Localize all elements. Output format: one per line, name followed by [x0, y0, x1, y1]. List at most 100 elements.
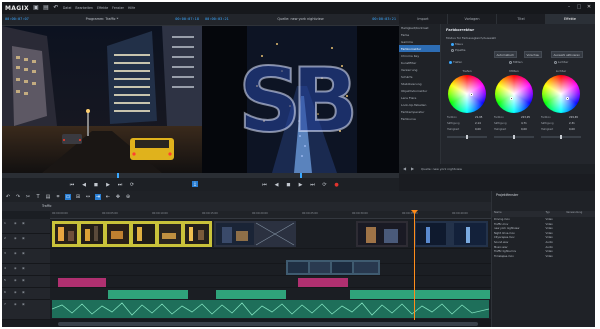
redo-icon[interactable]: ↷: [15, 194, 21, 200]
lock-icon[interactable]: ▣: [22, 251, 25, 255]
audio-clip-green[interactable]: [216, 290, 286, 299]
tab-templates[interactable]: Vorlagen: [448, 14, 497, 24]
effect-item[interactable]: Farbe: [399, 31, 440, 38]
effect-item[interactable]: Farbkurve: [399, 115, 440, 122]
mids-hue-value[interactable]: 223,95: [521, 116, 530, 119]
effect-item[interactable]: Objektivkorrektur: [399, 87, 440, 94]
stop-button[interactable]: ◼: [93, 182, 99, 188]
grid-icon[interactable]: ⌗: [55, 194, 61, 200]
menu-effects[interactable]: Effekte: [97, 6, 108, 10]
menu-help[interactable]: Hilfe: [128, 6, 135, 10]
lock-icon[interactable]: ▣: [22, 221, 25, 225]
effect-item[interactable]: Farbtemperatur: [399, 108, 440, 115]
track-header-6[interactable]: 6 ◉ ▣: [2, 288, 50, 300]
range-mids[interactable]: Mitten: [509, 60, 523, 64]
scrollbar-thumb[interactable]: [58, 321, 478, 326]
save-icon[interactable]: ▤: [43, 5, 49, 11]
minimize-button[interactable]: –: [566, 4, 572, 10]
trim-right-icon[interactable]: ⇥: [95, 193, 101, 200]
mute-icon[interactable]: ◉: [14, 266, 17, 270]
timeline-ruler[interactable]: 00:00:00:00 00:00:05:00 00:00:10:00 00:0…: [50, 211, 491, 219]
effect-item[interactable]: Verzerrung: [399, 66, 440, 73]
lock-icon[interactable]: ▣: [22, 266, 25, 270]
effect-item[interactable]: Gamma: [399, 38, 440, 45]
highlights-slider[interactable]: [541, 135, 581, 139]
prev-frame-button[interactable]: ◀: [274, 182, 280, 188]
mids-slider[interactable]: [494, 135, 534, 139]
column-type[interactable]: Typ: [544, 211, 565, 217]
wheel-handle[interactable]: [566, 97, 569, 100]
storyboard-icon[interactable]: ▤: [45, 194, 51, 200]
column-name[interactable]: Name: [492, 211, 544, 217]
mids-lum-value[interactable]: 0,00: [521, 128, 527, 131]
prev-frame-button[interactable]: ◀: [81, 182, 87, 188]
scissors-icon[interactable]: ✂: [25, 194, 31, 200]
timeline-mode-icon[interactable]: ▭: [65, 193, 71, 200]
effect-item[interactable]: Look-Up-Tabellen: [399, 101, 440, 108]
zoom-icon[interactable]: ⊕: [125, 194, 131, 200]
stop-button[interactable]: ◼: [286, 182, 292, 188]
effect-item[interactable]: Helligkeit/Kontrast: [399, 24, 440, 31]
menu-window[interactable]: Fenster: [112, 6, 124, 10]
wheel-handle[interactable]: [470, 93, 473, 96]
go-start-button[interactable]: ⏮: [262, 182, 268, 188]
go-start-button[interactable]: ⏮: [69, 182, 75, 188]
menu-file[interactable]: Datei: [63, 6, 72, 10]
video-clip-traffic[interactable]: [52, 221, 212, 247]
mute-icon[interactable]: ◉: [14, 302, 17, 306]
wheel-handle[interactable]: [510, 97, 513, 100]
auto-button[interactable]: Automatisch: [494, 51, 517, 58]
loop-button[interactable]: ⟳: [129, 182, 135, 188]
track-header-2[interactable]: 2 ◉ ▣: [2, 234, 50, 249]
mute-icon[interactable]: ◉: [14, 221, 17, 225]
effect-item[interactable]: Schärfe: [399, 73, 440, 80]
mids-color-wheel[interactable]: [495, 75, 533, 113]
video-clip-cityscape[interactable]: [214, 221, 296, 247]
timeline-scrollbar[interactable]: [50, 320, 491, 327]
preview-button[interactable]: Vorschau: [524, 51, 542, 58]
range-shadows[interactable]: Tiefen: [449, 60, 462, 64]
mute-icon[interactable]: ◉: [14, 278, 17, 282]
move-icon[interactable]: ✥: [115, 194, 121, 200]
slider-knob[interactable]: [560, 135, 562, 139]
play-button[interactable]: ▶: [105, 182, 111, 188]
shadows-slider[interactable]: [447, 135, 487, 139]
lock-icon[interactable]: ▣: [22, 290, 25, 294]
text-icon[interactable]: T: [35, 194, 41, 200]
slider-knob[interactable]: [513, 135, 515, 139]
multicam-icon[interactable]: ⊞: [75, 194, 81, 200]
highlights-color-wheel[interactable]: [542, 75, 580, 113]
undo-icon[interactable]: ↶: [5, 194, 11, 200]
shadows-lum-value[interactable]: 0,00: [475, 128, 481, 131]
video-clip-aerial[interactable]: [414, 221, 488, 247]
panel-forward-icon[interactable]: ▶: [411, 166, 414, 171]
track-header-3[interactable]: 3 ◉ ▣: [2, 249, 50, 264]
video-clip-nightview[interactable]: [356, 221, 408, 247]
track-header-5[interactable]: 5 ◉ ▣: [2, 276, 50, 288]
maximize-button[interactable]: □: [576, 4, 582, 10]
lock-icon[interactable]: ▣: [22, 236, 25, 240]
mode-option-mouse[interactable]: Maus: [451, 42, 463, 46]
record-button[interactable]: ●: [334, 182, 340, 188]
go-end-button[interactable]: ⏭: [310, 182, 316, 188]
folder-icon[interactable]: ▣: [33, 5, 39, 11]
shadows-hue-value[interactable]: 21,95: [475, 116, 482, 119]
menu-edit[interactable]: Bearbeiten: [75, 6, 93, 10]
lock-icon[interactable]: ▣: [22, 302, 25, 306]
activate-selection-button[interactable]: Auswahl aktivieren: [551, 51, 583, 58]
range-highlights[interactable]: Lichter: [554, 60, 568, 64]
effect-item-selected[interactable]: Farbkorrektur: [399, 45, 440, 52]
mute-icon[interactable]: ◉: [14, 236, 17, 240]
track-header-1[interactable]: 1 ◉ ▣: [2, 219, 50, 234]
lock-icon[interactable]: ▣: [22, 278, 25, 282]
effect-item[interactable]: Lens Flare: [399, 94, 440, 101]
shadows-sat-value[interactable]: 2,14: [475, 122, 481, 125]
slider-knob[interactable]: [466, 135, 468, 139]
track-header-7[interactable]: 7 ◉ ▣: [2, 300, 50, 320]
highlights-sat-value[interactable]: 2,31: [569, 122, 575, 125]
track-header-4[interactable]: 4 ◉ ▣: [2, 264, 50, 276]
project-row[interactable]: Timelapse.mov Video: [492, 255, 595, 260]
close-button[interactable]: ✕: [586, 4, 592, 10]
export-frame-button[interactable]: ⤓: [192, 181, 198, 187]
audio-clip-green[interactable]: [350, 290, 490, 299]
